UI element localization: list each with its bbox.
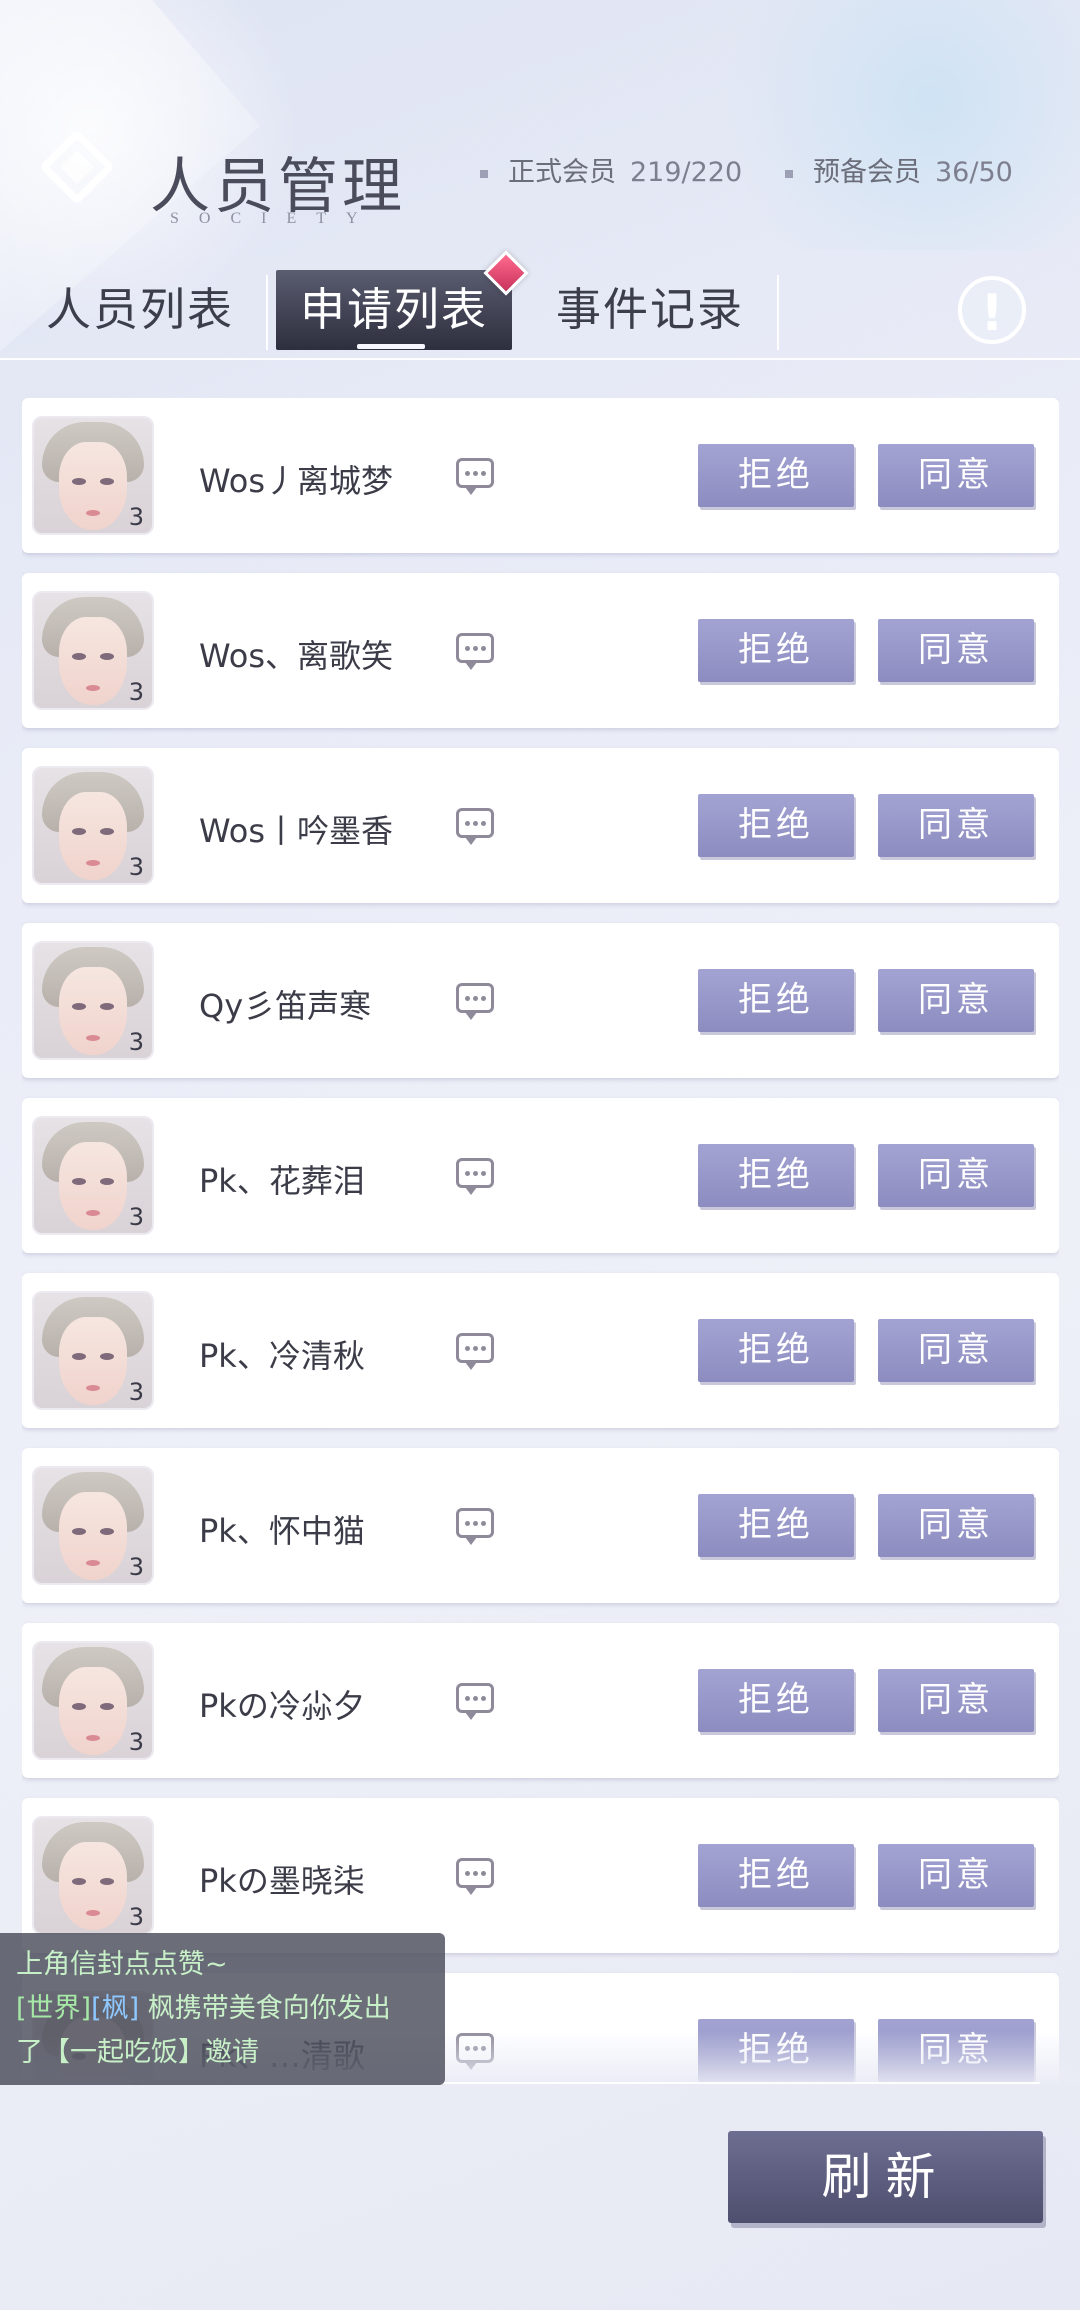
reject-button[interactable]: 拒绝 [698,1844,854,1907]
applicant-name: Pk、冷清秋 [199,1337,365,1375]
reserve-member-label: 预备会员 [813,157,921,188]
applicant-row: 3 Pk、冷清秋 拒绝 同意 [22,1273,1059,1428]
avatar[interactable]: 3 [34,1468,152,1583]
world-chat-overlay[interactable]: 上角信封点点赞~ [世界][枫] 枫携带美食向你发出 了【一起吃饭】邀请 [0,1933,445,2085]
applicant-list[interactable]: 3 Wos丿离城梦 拒绝 同意 3 Wos、离歌笑 拒绝 同意 3 Wos丨吟墨香 拒绝 同意 3 Qy彡… [22,398,1059,2084]
message-icon[interactable] [456,808,494,845]
back-diamond-icon[interactable] [42,132,112,202]
avatar[interactable]: 3 [34,593,152,708]
agree-button[interactable]: 同意 [878,1494,1034,1557]
chat-channel: [世界] [16,1993,92,2024]
bullet-icon [785,169,793,178]
applicant-row: 3 Wos丨吟墨香 拒绝 同意 [22,748,1059,903]
formal-member-count: 219/220 [630,157,743,188]
applicant-row: 3 Wos、离歌笑 拒绝 同意 [22,573,1059,728]
reject-button[interactable]: 拒绝 [698,444,854,507]
reject-button[interactable]: 拒绝 [698,1669,854,1732]
applicant-name: Qy彡笛声寒 [199,987,372,1025]
chat-line: 上角信封点点赞~ [16,1949,228,1980]
info-icon[interactable]: ! [958,276,1026,344]
reject-button[interactable]: 拒绝 [698,794,854,857]
agree-button[interactable]: 同意 [878,794,1034,857]
applicant-name: Pkの墨晓柒 [199,1862,365,1900]
tab-divider [266,275,268,350]
list-bottom-divider [440,2082,1040,2084]
active-tab-indicator [357,344,425,349]
applicant-name: Wos丨吟墨香 [199,812,394,850]
message-icon[interactable] [456,983,494,1020]
applicant-row: 3 Pkの冷尛夕 拒绝 同意 [22,1623,1059,1778]
avatar-level: 3 [128,1553,144,1581]
reject-button[interactable]: 拒绝 [698,1494,854,1557]
message-icon[interactable] [456,1858,494,1895]
message-icon[interactable] [456,458,494,495]
agree-button[interactable]: 同意 [878,1319,1034,1382]
tab-application-list[interactable]: 申请列表 [276,270,512,350]
reject-button[interactable]: 拒绝 [698,969,854,1032]
avatar-level: 3 [128,853,144,881]
chat-text: 枫携带美食向你发出 [139,1993,391,2024]
avatar-level: 3 [128,1028,144,1056]
avatar-level: 3 [128,503,144,531]
avatar[interactable]: 3 [34,1118,152,1233]
applicant-row: 3 Pk、怀中猫 拒绝 同意 [22,1448,1059,1603]
agree-button[interactable]: 同意 [878,1144,1034,1207]
avatar[interactable]: 3 [34,768,152,883]
chat-user[interactable]: [枫] [91,1993,139,2024]
agree-button[interactable]: 同意 [878,1669,1034,1732]
formal-member-label: 正式会员 [508,157,616,188]
applicant-name: Pkの冷尛夕 [199,1687,365,1725]
tab-event-log[interactable]: 事件记录 [550,270,750,350]
formal-member-stat: 正式会员 219/220 [480,150,742,189]
reserve-member-count: 36/50 [935,157,1013,188]
applicant-row: 3 Pkの墨晓柒 拒绝 同意 [22,1798,1059,1953]
reserve-member-stat: 预备会员 36/50 [785,150,1013,189]
avatar[interactable]: 3 [34,1293,152,1408]
avatar-level: 3 [128,1903,144,1931]
message-icon[interactable] [456,1683,494,1720]
chat-line: [世界][枫] 枫携带美食向你发出 [16,1987,445,2031]
avatar[interactable]: 3 [34,1818,152,1933]
agree-button[interactable]: 同意 [878,619,1034,682]
tab-member-list[interactable]: 人员列表 [40,270,240,350]
avatar-level: 3 [128,1728,144,1756]
applicant-name: Pk、花葬泪 [199,1162,365,1200]
header-divider [0,358,1080,360]
tab-divider [777,275,779,350]
reject-button[interactable]: 拒绝 [698,1144,854,1207]
avatar[interactable]: 3 [34,1643,152,1758]
chat-line: 了【一起吃饭】邀请 [16,2037,259,2068]
message-icon[interactable] [456,633,494,670]
applicant-name: Pk、怀中猫 [199,1512,365,1550]
message-icon[interactable] [456,1158,494,1195]
applicant-row: 3 Wos丿离城梦 拒绝 同意 [22,398,1059,553]
refresh-button[interactable]: 刷新 [728,2131,1043,2223]
agree-button[interactable]: 同意 [878,444,1034,507]
reject-button[interactable]: 拒绝 [698,1319,854,1382]
message-icon[interactable] [456,1333,494,1370]
avatar-level: 3 [128,1378,144,1406]
avatar-level: 3 [128,678,144,706]
avatar[interactable]: 3 [34,943,152,1058]
applicant-name: Wos丿离城梦 [199,462,394,500]
applicant-row: 3 Qy彡笛声寒 拒绝 同意 [22,923,1059,1078]
avatar[interactable]: 3 [34,418,152,533]
message-icon[interactable] [456,1508,494,1545]
agree-button[interactable]: 同意 [878,1844,1034,1907]
agree-button[interactable]: 同意 [878,969,1034,1032]
applicant-name: Wos、离歌笑 [199,637,394,675]
page-subtitle: SOCIETY [170,210,378,227]
bullet-icon [480,169,488,178]
reject-button[interactable]: 拒绝 [698,619,854,682]
applicant-row: 3 Pk、花葬泪 拒绝 同意 [22,1098,1059,1253]
avatar-level: 3 [128,1203,144,1231]
